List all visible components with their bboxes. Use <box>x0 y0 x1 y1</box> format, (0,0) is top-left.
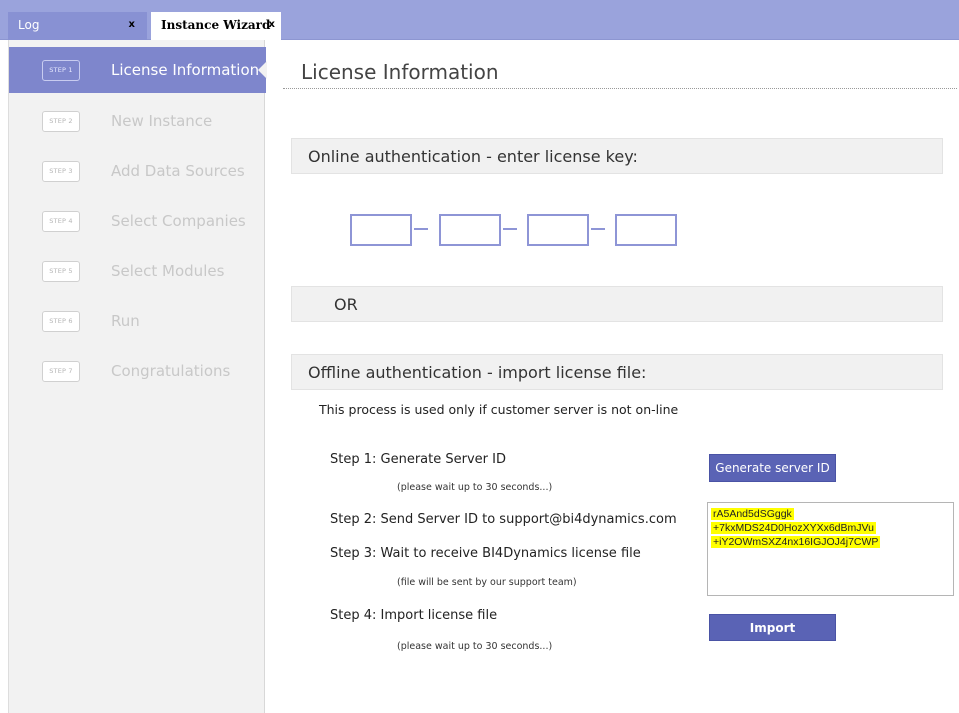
tab-log[interactable]: Log x <box>8 12 147 40</box>
license-key-field-1[interactable] <box>350 214 412 246</box>
step-badge: STEP 6 <box>42 310 80 332</box>
step-1-text: Step 1: Generate Server ID <box>330 452 506 467</box>
or-label: OR <box>334 294 358 314</box>
step-badge: STEP 3 <box>42 160 80 182</box>
sidebar-step-select-companies: STEP 4 Select Companies <box>9 198 266 244</box>
server-id-textarea[interactable]: rA5And5dSGggk +7kxMDS24D0HozXYXx6dBmJVu … <box>707 502 954 596</box>
dash-separator <box>414 228 428 230</box>
step-3-note: (file will be sent by our support team) <box>397 577 577 588</box>
step-3-text: Step 3: Wait to receive BI4Dynamics lice… <box>330 546 641 561</box>
tab-bar: Log x Instance Wizard x <box>0 0 959 40</box>
close-icon[interactable]: x <box>129 12 135 38</box>
tab-instance-wizard-label: Instance Wizard <box>161 18 271 32</box>
server-id-line: rA5And5dSGggk <box>711 508 794 520</box>
sidebar-step-congratulations: STEP 7 Congratulations <box>9 348 266 394</box>
step-badge: STEP 5 <box>42 260 80 282</box>
online-auth-label: Online authentication - enter license ke… <box>308 146 638 166</box>
step-label: Run <box>111 312 140 330</box>
tab-log-label: Log <box>18 18 40 32</box>
instance-wizard-window: Log x Instance Wizard x STEP 1 License I… <box>0 0 959 713</box>
offline-auth-header: Offline authentication - import license … <box>291 354 943 390</box>
step-badge: STEP 2 <box>42 110 80 132</box>
sidebar-step-new-instance: STEP 2 New Instance <box>9 98 266 144</box>
server-id-line: +7kxMDS24D0HozXYXx6dBmJVu <box>711 522 876 534</box>
step-label: Select Companies <box>111 212 246 230</box>
step-1-note: (please wait up to 30 seconds...) <box>397 482 553 493</box>
or-separator: OR <box>291 286 943 322</box>
step-4-note: (please wait up to 30 seconds...) <box>397 641 553 652</box>
wizard-steps-sidebar: STEP 1 License Information STEP 2 New In… <box>8 40 267 713</box>
step-label: New Instance <box>111 112 213 130</box>
sidebar-step-license-information[interactable]: STEP 1 License Information <box>9 47 267 93</box>
tab-instance-wizard[interactable]: Instance Wizard x <box>151 12 281 40</box>
import-button[interactable]: Import <box>709 614 836 641</box>
license-key-field-3[interactable] <box>527 214 589 246</box>
title-divider <box>283 88 957 89</box>
step-2-text: Step 2: Send Server ID to support@bi4dyn… <box>330 512 677 527</box>
page-title: License Information <box>301 60 499 84</box>
step-badge: STEP 1 <box>42 59 80 81</box>
step-label: Add Data Sources <box>111 162 245 180</box>
online-auth-header: Online authentication - enter license ke… <box>291 138 943 174</box>
dash-separator <box>591 228 605 230</box>
step-badge: STEP 7 <box>42 360 80 382</box>
sidebar-step-run: STEP 6 Run <box>9 298 266 344</box>
step-label: Select Modules <box>111 262 225 280</box>
main-panel: License Information Online authenticatio… <box>266 40 959 713</box>
license-key-field-4[interactable] <box>615 214 677 246</box>
offline-auth-label: Offline authentication - import license … <box>308 362 647 382</box>
step-badge: STEP 4 <box>42 210 80 232</box>
step-4-text: Step 4: Import license file <box>330 608 498 623</box>
license-key-field-2[interactable] <box>439 214 501 246</box>
generate-server-id-button[interactable]: Generate server ID <box>709 454 836 482</box>
server-id-line: +iY2OWmSXZ4nx16IGJOJ4j7CWP <box>711 536 881 548</box>
sidebar-step-select-modules: STEP 5 Select Modules <box>9 248 266 294</box>
step-label: License Information <box>111 61 260 79</box>
close-icon[interactable]: x <box>269 12 275 38</box>
sidebar-step-add-data-sources: STEP 3 Add Data Sources <box>9 148 266 194</box>
step-label: Congratulations <box>111 362 231 380</box>
dash-separator <box>503 228 517 230</box>
offline-description: This process is used only if customer se… <box>319 402 679 417</box>
